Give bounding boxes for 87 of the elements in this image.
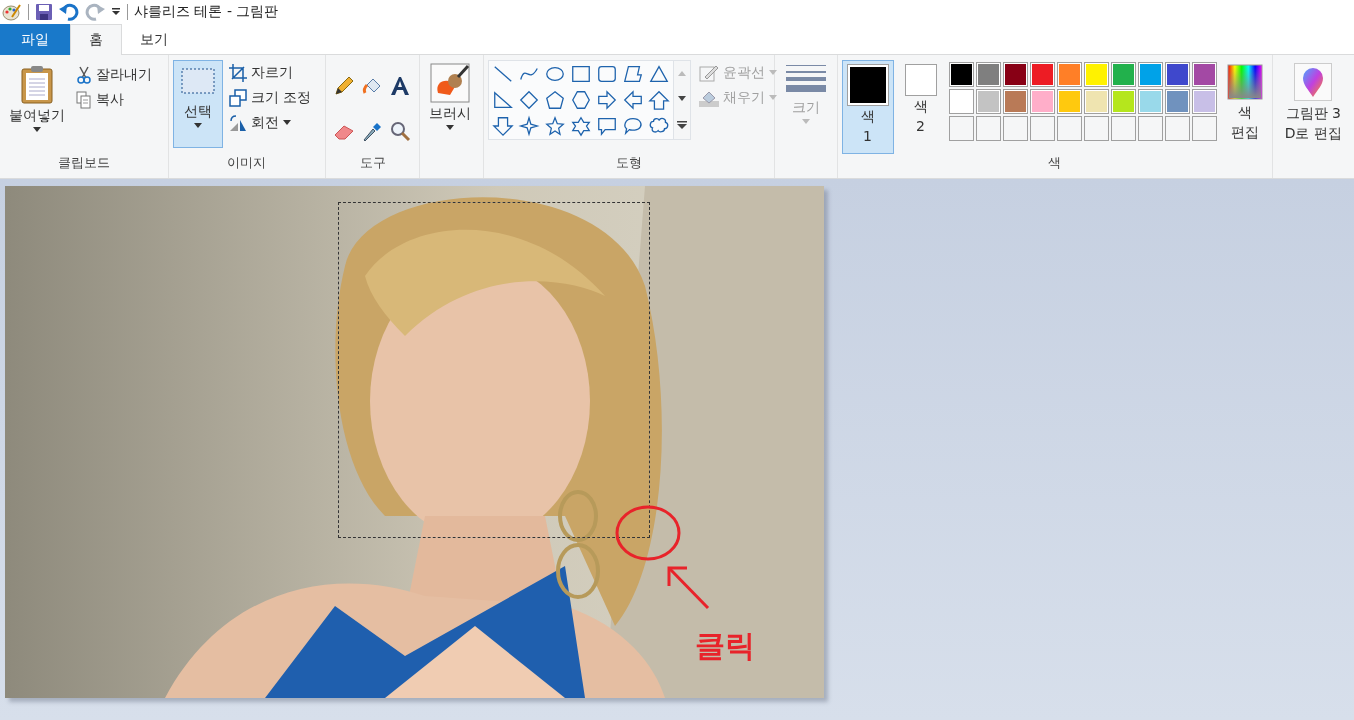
circle-mark — [615, 505, 681, 561]
polygon-icon — [621, 63, 644, 85]
edit-colors-button[interactable]: 색 편집 — [1221, 60, 1268, 154]
window-title: 샤를리즈 테론 - 그림판 — [134, 3, 279, 21]
rotate-icon — [228, 113, 247, 132]
crop-button[interactable]: 자르기 — [226, 60, 314, 85]
magnifier-icon — [388, 120, 411, 142]
customize-dropdown-icon[interactable] — [111, 8, 121, 16]
color-swatch[interactable] — [1137, 62, 1163, 87]
group-label: 도구 — [358, 154, 387, 172]
group-label: 이미지 — [226, 154, 268, 172]
crop-icon — [228, 63, 247, 82]
right-arrow-icon — [595, 89, 618, 111]
group-label: 클립보드 — [56, 154, 111, 172]
resize-icon — [228, 88, 247, 107]
rotate-button[interactable]: 회전 — [226, 110, 314, 135]
brush-icon — [430, 63, 471, 103]
palette-icon[interactable] — [2, 2, 22, 22]
color-swatch[interactable] — [1164, 89, 1190, 114]
color-swatch[interactable] — [1083, 89, 1109, 114]
caret-icon — [446, 125, 455, 130]
five-point-star-icon — [543, 115, 566, 137]
six-point-star-icon — [569, 115, 592, 137]
color-swatch[interactable] — [948, 62, 974, 87]
save-icon[interactable] — [35, 3, 53, 21]
undo-icon[interactable] — [59, 3, 79, 21]
select-button[interactable]: 선택 — [172, 60, 223, 148]
color-swatch[interactable] — [975, 89, 1001, 114]
drop-logo-icon — [1294, 63, 1333, 101]
oval-callout-icon — [621, 115, 644, 137]
color-swatch[interactable] — [1191, 89, 1217, 114]
group-label: 색 — [1047, 154, 1063, 172]
down-arrow-icon — [491, 115, 514, 137]
file-menu-tab[interactable]: 파일 — [0, 24, 70, 55]
color-swatch[interactable] — [1002, 89, 1028, 114]
caret-icon — [768, 95, 777, 100]
clipboard-icon — [19, 65, 55, 105]
left-arrow-icon — [621, 89, 644, 111]
hexagon-icon — [569, 89, 592, 111]
pentagon-icon — [543, 89, 566, 111]
scroll-down-icon[interactable] — [677, 96, 686, 101]
paint-3d-button[interactable]: 그림판 3 D로 편집 — [1279, 60, 1347, 154]
copy-button[interactable]: 복사 — [74, 87, 154, 112]
color-swatch[interactable] — [1191, 62, 1217, 87]
current-color-button[interactable]: 색 1 — [841, 60, 894, 154]
caret-icon — [193, 123, 202, 128]
up-arrow-icon — [647, 89, 670, 111]
paste-button[interactable]: 붙여넣기 — [4, 60, 70, 154]
ribbon-tab[interactable]: 보기 — [122, 24, 186, 55]
pointer-arrow — [667, 566, 710, 610]
color-swatch[interactable] — [1164, 62, 1190, 87]
color-spectrum-icon — [1226, 64, 1263, 100]
selection-icon — [179, 65, 216, 95]
ribbon-tab[interactable]: 홈 — [70, 24, 122, 55]
pen-square-icon — [698, 63, 719, 82]
color-swatch[interactable] — [975, 62, 1001, 87]
color-swatch[interactable] — [1029, 89, 1055, 114]
color-swatch[interactable] — [1083, 62, 1109, 87]
color-swatch[interactable] — [1056, 62, 1082, 87]
letter-icon — [388, 75, 411, 97]
pencil-icon — [332, 75, 355, 97]
color-swatch[interactable] — [1002, 62, 1028, 87]
caret-icon — [801, 119, 810, 124]
diamond-icon — [517, 89, 540, 111]
color-swatch[interactable] — [1110, 89, 1136, 114]
caret-icon — [33, 127, 41, 132]
brushes-button[interactable]: 브러시 — [424, 60, 477, 154]
cut-button[interactable]: 잘라내기 — [74, 62, 154, 87]
rectangle-icon — [569, 63, 592, 85]
color-swatch[interactable] — [1137, 89, 1163, 114]
scissors-icon — [76, 65, 92, 84]
color-swatch[interactable] — [948, 89, 974, 114]
rectangle-callout-icon — [595, 115, 618, 137]
color-swatch[interactable] — [1029, 62, 1055, 87]
right-triangle-icon — [491, 89, 514, 111]
color-swatch[interactable] — [1056, 89, 1082, 114]
expand-gallery-icon[interactable] — [676, 121, 687, 129]
resize-button[interactable]: 크기 조정 — [226, 85, 314, 110]
caret-icon — [282, 120, 291, 125]
color-swatch[interactable] — [1110, 62, 1136, 87]
caret-icon — [768, 70, 777, 75]
four-point-star-icon — [517, 115, 540, 137]
triangle-icon — [647, 63, 670, 85]
copy-icon — [76, 90, 92, 109]
annotation-text: 클릭 — [695, 627, 755, 665]
current-color-button[interactable]: 색 2 — [897, 60, 944, 154]
group-label: 도형 — [614, 154, 643, 172]
